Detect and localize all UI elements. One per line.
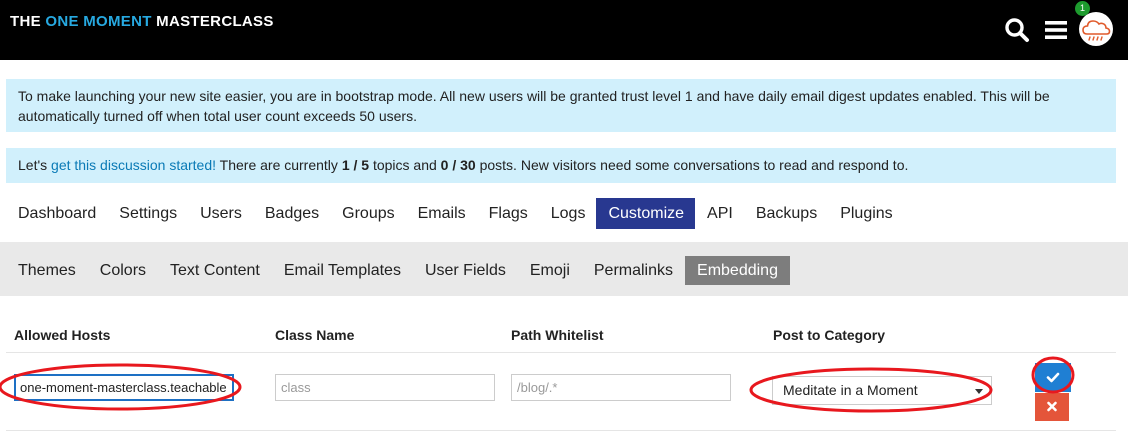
close-icon	[1047, 401, 1057, 412]
table-divider-top	[6, 352, 1116, 353]
subnav-embedding[interactable]: Embedding	[685, 256, 790, 285]
header-path-whitelist: Path Whitelist	[511, 327, 604, 343]
discussion-link[interactable]: get this discussion started!	[51, 157, 216, 173]
site-title[interactable]: THE ONE MOMENT MASTERCLASS	[10, 13, 274, 30]
subnav-email-templates[interactable]: Email Templates	[272, 256, 413, 285]
nav-settings[interactable]: Settings	[107, 198, 188, 229]
search-icon[interactable]	[1004, 17, 1030, 43]
posts-count: 0 / 30	[440, 157, 476, 173]
user-avatar[interactable]	[1079, 12, 1113, 46]
category-selected-value: Meditate in a Moment	[783, 382, 918, 398]
allowed-hosts-input[interactable]	[14, 374, 234, 401]
admin-nav: Dashboard Settings Users Badges Groups E…	[6, 198, 904, 229]
table-divider-bottom	[6, 430, 1116, 431]
brand-highlight: ONE MOMENT	[45, 13, 152, 30]
nav-groups[interactable]: Groups	[330, 198, 405, 229]
save-button[interactable]	[1035, 363, 1071, 392]
subnav-emoji[interactable]: Emoji	[518, 256, 582, 285]
nav-plugins[interactable]: Plugins	[828, 198, 903, 229]
cancel-button[interactable]	[1035, 393, 1069, 421]
nav-backups[interactable]: Backups	[744, 198, 828, 229]
nav-customize[interactable]: Customize	[596, 198, 696, 229]
chevron-down-icon	[975, 389, 983, 394]
nav-logs[interactable]: Logs	[539, 198, 597, 229]
nav-api[interactable]: API	[695, 198, 744, 229]
discussion-notice: Let's get this discussion started! There…	[6, 148, 1116, 183]
brand-pre: THE	[10, 13, 46, 30]
subnav-user-fields[interactable]: User Fields	[413, 256, 518, 285]
discussion-text-post: posts. New visitors need some conversati…	[475, 157, 909, 173]
nav-users[interactable]: Users	[188, 198, 253, 229]
brand-post: MASTERCLASS	[151, 13, 274, 30]
nav-flags[interactable]: Flags	[477, 198, 539, 229]
discussion-text-pre: Let's	[18, 157, 52, 173]
header-class-name: Class Name	[275, 327, 355, 343]
subnav-themes[interactable]: Themes	[6, 256, 88, 285]
menu-icon[interactable]	[1044, 18, 1068, 42]
notification-badge[interactable]: 1	[1075, 1, 1090, 16]
discussion-text-mid1: There are currently	[216, 157, 342, 173]
site-header: THE ONE MOMENT MASTERCLASS	[0, 0, 1128, 60]
topics-count: 1 / 5	[341, 157, 370, 173]
nav-dashboard[interactable]: Dashboard	[6, 198, 107, 229]
discussion-text-mid2: topics and	[369, 157, 441, 173]
header-post-to-category: Post to Category	[773, 327, 886, 343]
post-to-category-select[interactable]: Meditate in a Moment	[772, 376, 992, 405]
header-allowed-hosts: Allowed Hosts	[14, 327, 111, 343]
subnav-text-content[interactable]: Text Content	[158, 256, 272, 285]
path-whitelist-input[interactable]	[511, 374, 731, 401]
bootstrap-notice: To make launching your new site easier, …	[6, 79, 1116, 132]
nav-emails[interactable]: Emails	[406, 198, 477, 229]
subnav-permalinks[interactable]: Permalinks	[582, 256, 685, 285]
customize-subnav: Themes Colors Text Content Email Templat…	[6, 256, 790, 285]
avatar-cloud-icon	[1082, 20, 1111, 41]
subnav-colors[interactable]: Colors	[88, 256, 158, 285]
nav-badges[interactable]: Badges	[253, 198, 330, 229]
class-name-input[interactable]	[275, 374, 495, 401]
checkmark-icon	[1046, 372, 1060, 383]
